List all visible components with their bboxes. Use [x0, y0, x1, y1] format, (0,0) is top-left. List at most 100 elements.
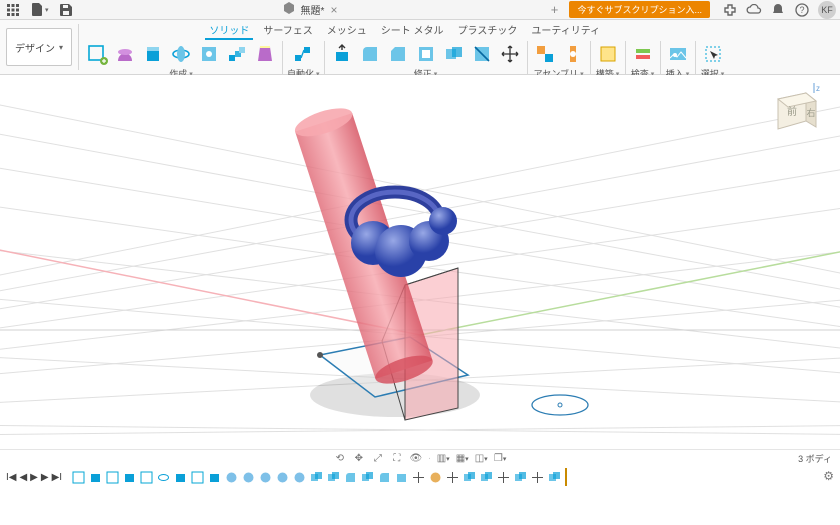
orbit-icon[interactable]: ⟲	[333, 452, 347, 466]
combine-icon[interactable]	[441, 41, 467, 67]
ribbon: デザイン ▾ ソリッド サーフェス メッシュ シート メタル プラスチック ユー…	[0, 20, 840, 75]
feature-extrude[interactable]	[122, 470, 137, 485]
feature-sphere[interactable]	[224, 470, 239, 485]
feature-fillet[interactable]	[377, 470, 392, 485]
timeline: I◀ ◀ ▶ ▶ ▶I	[0, 468, 840, 487]
view-cube[interactable]: 前 右 z	[760, 85, 820, 145]
assemble-icon[interactable]	[532, 41, 558, 67]
feature-sphere[interactable]	[275, 470, 290, 485]
timeline-play[interactable]: ▶	[30, 472, 38, 483]
feature-sketch[interactable]	[105, 470, 120, 485]
feature-extrude[interactable]	[207, 470, 222, 485]
chamfer-icon[interactable]	[385, 41, 411, 67]
feature-combine[interactable]	[309, 470, 324, 485]
save-button[interactable]	[57, 2, 75, 18]
feature-revolve[interactable]	[156, 470, 171, 485]
display-menu[interactable]: ▥▾	[436, 452, 450, 466]
feature-move[interactable]	[496, 470, 511, 485]
feature-sphere[interactable]	[241, 470, 256, 485]
tab-sheetmetal[interactable]: シート メタル	[377, 21, 448, 40]
shell-icon[interactable]	[413, 41, 439, 67]
feature-combine[interactable]	[513, 470, 528, 485]
settings-icon[interactable]: ⚙	[823, 469, 834, 483]
hole-icon[interactable]	[196, 41, 222, 67]
feature-extrude[interactable]	[88, 470, 103, 485]
close-tab-button[interactable]: ×	[330, 3, 337, 17]
feature-sketch[interactable]	[190, 470, 205, 485]
inspect-icon[interactable]	[630, 41, 656, 67]
notifications-icon[interactable]	[770, 2, 786, 18]
feature-move[interactable]	[530, 470, 545, 485]
feature-combine[interactable]	[462, 470, 477, 485]
construct-icon[interactable]	[595, 41, 621, 67]
user-avatar[interactable]: KF	[818, 1, 836, 19]
zoom-icon[interactable]: ⤢	[371, 452, 385, 466]
feature-extrude[interactable]	[173, 470, 188, 485]
tab-mesh[interactable]: メッシュ	[323, 21, 371, 40]
snap-menu[interactable]: ◫▾	[474, 452, 488, 466]
timeline-items	[71, 468, 568, 486]
move-icon[interactable]	[497, 41, 523, 67]
file-menu[interactable]: ▾	[28, 2, 51, 18]
feature-appearance[interactable]	[428, 470, 443, 485]
grid-menu[interactable]: ▦▾	[455, 452, 469, 466]
cloud-icon[interactable]	[746, 2, 762, 18]
cube-icon	[283, 2, 295, 17]
timeline-scrubber[interactable]	[565, 468, 567, 486]
subscription-promo[interactable]: 今すぐサブスクリプション入...	[569, 1, 710, 18]
group-create: ソリッド サーフェス メッシュ シート メタル プラスチック ユーティリティ 作…	[81, 20, 729, 74]
title-bar: ▾ 無題* × + 今すぐサブスクリプション入... ? KF	[0, 0, 840, 20]
loft-icon[interactable]	[252, 41, 278, 67]
form-icon[interactable]	[112, 41, 138, 67]
viewport[interactable]: 前 右 z ⟲ ✥ ⤢ ⛶ 👁 · ▥▾ ▦▾ ◫▾ ❐▾ 3 ボディ I◀ ◀…	[0, 75, 840, 487]
insert-icon[interactable]	[665, 41, 691, 67]
split-icon[interactable]	[469, 41, 495, 67]
tab-surface[interactable]: サーフェス	[259, 21, 316, 40]
extrude-icon[interactable]	[140, 41, 166, 67]
timeline-start[interactable]: I◀	[6, 472, 16, 483]
apps-menu[interactable]	[4, 2, 22, 18]
joint-icon[interactable]	[560, 41, 586, 67]
feature-combine[interactable]	[326, 470, 341, 485]
presspull-icon[interactable]	[329, 41, 355, 67]
feature-combine[interactable]	[547, 470, 562, 485]
revolve-icon[interactable]	[168, 41, 194, 67]
group-tabs: ソリッド サーフェス メッシュ シート メタル プラスチック ユーティリティ	[205, 21, 604, 40]
feature-extrude[interactable]	[394, 470, 409, 485]
timeline-next[interactable]: ▶	[41, 472, 49, 483]
workspace-switcher[interactable]: デザイン ▾	[6, 28, 72, 66]
timeline-controls: I◀ ◀ ▶ ▶ ▶I	[6, 472, 62, 483]
select-icon[interactable]	[700, 41, 726, 67]
feature-move[interactable]	[411, 470, 426, 485]
timeline-end[interactable]: ▶I	[52, 472, 62, 483]
title-right: ? KF	[722, 1, 836, 19]
automate-icon[interactable]	[290, 41, 316, 67]
quick-access: ▾	[4, 2, 75, 18]
sweep-icon[interactable]	[224, 41, 250, 67]
svg-text:前: 前	[787, 105, 797, 118]
feature-fillet[interactable]	[343, 470, 358, 485]
fillet-icon[interactable]	[357, 41, 383, 67]
feature-sphere[interactable]	[258, 470, 273, 485]
tab-solid[interactable]: ソリッド	[205, 21, 253, 40]
viewport-menu[interactable]: ❐▾	[493, 452, 507, 466]
feature-combine[interactable]	[479, 470, 494, 485]
feature-move[interactable]	[445, 470, 460, 485]
timeline-prev[interactable]: ◀	[19, 472, 27, 483]
new-tab-button[interactable]: +	[545, 2, 563, 17]
fit-icon[interactable]: ⛶	[390, 452, 404, 466]
chevron-down-icon: ▾	[59, 43, 63, 52]
pan-icon[interactable]: ✥	[352, 452, 366, 466]
sketch-icon[interactable]	[84, 41, 110, 67]
footer: ⟲ ✥ ⤢ ⛶ 👁 · ▥▾ ▦▾ ◫▾ ❐▾ 3 ボディ I◀ ◀ ▶ ▶ ▶…	[0, 449, 840, 487]
tab-plastic[interactable]: プラスチック	[454, 21, 522, 40]
feature-combine[interactable]	[360, 470, 375, 485]
help-icon[interactable]: ?	[794, 2, 810, 18]
feature-sketch[interactable]	[71, 470, 86, 485]
document-tab[interactable]: 無題* ×	[81, 2, 540, 17]
tab-utility[interactable]: ユーティリティ	[527, 21, 604, 40]
extensions-icon[interactable]	[722, 2, 738, 18]
feature-sketch[interactable]	[139, 470, 154, 485]
look-icon[interactable]: 👁	[409, 452, 423, 466]
feature-sphere[interactable]	[292, 470, 307, 485]
